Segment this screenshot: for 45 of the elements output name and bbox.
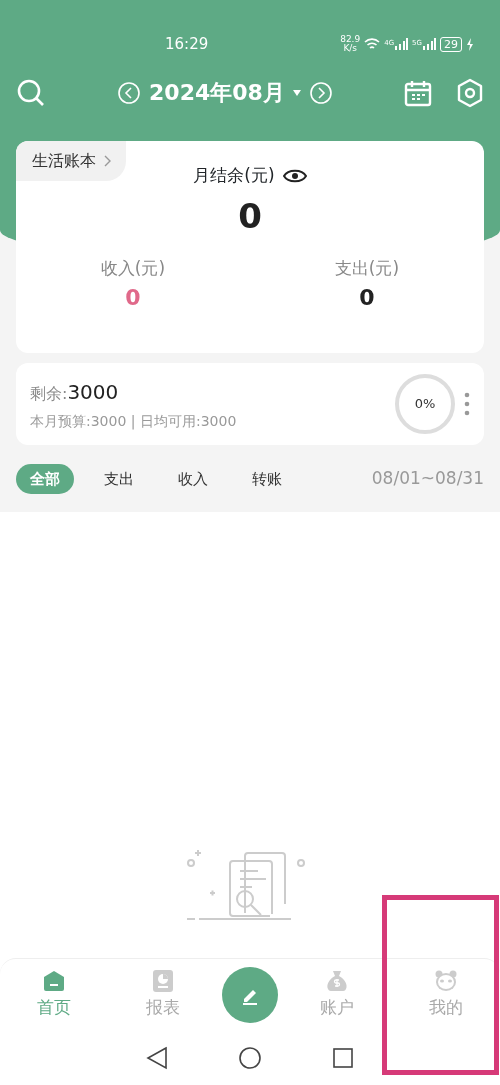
money-bag-icon [324, 968, 349, 993]
chevron-icon [104, 155, 112, 167]
nav-tab[interactable]: 报表 [113, 968, 214, 1021]
nav-tab[interactable]: 首页 [4, 968, 105, 1021]
filter-tab[interactable]: 支出 [90, 463, 148, 495]
calendar-icon[interactable] [404, 78, 432, 107]
nav-tab[interactable]: 我的 [395, 968, 496, 1021]
next-month-icon[interactable] [308, 80, 333, 105]
filter-tab[interactable]: 收入 [164, 463, 222, 495]
recents-icon[interactable] [332, 1046, 354, 1069]
report-icon [151, 968, 176, 993]
battery-level: 29 [440, 36, 462, 52]
more-icon[interactable] [464, 392, 470, 416]
ledger-selector[interactable]: 生活账本 [16, 141, 126, 181]
month-selector[interactable]: 2024年08月 [149, 76, 285, 109]
signal-icon [422, 38, 436, 50]
home-button-icon[interactable] [238, 1045, 262, 1070]
network-speed: 82.9 [340, 35, 361, 44]
eye-icon[interactable] [282, 167, 307, 184]
home-icon [42, 968, 67, 993]
expense-amount: 0 [359, 284, 375, 312]
previous-month-icon[interactable] [117, 80, 142, 105]
charging-icon [466, 37, 474, 51]
caret-icon[interactable] [292, 89, 301, 96]
wifi-icon [364, 37, 381, 51]
progress-ring [394, 373, 456, 435]
panda-icon [433, 968, 458, 993]
filter-tab[interactable]: 转账 [238, 463, 296, 495]
progress-percent: 0% [414, 395, 436, 414]
income-label: 收入(元) [100, 256, 166, 280]
back-icon[interactable] [146, 1045, 168, 1070]
balance-label: 月结余(元) [193, 164, 275, 187]
clock-time: 16:29 [165, 33, 209, 55]
signal-icon [394, 38, 409, 50]
income-amount: 0 [125, 284, 141, 312]
budget-detail: 本月预算:3000 | 日均可用:3000 [30, 411, 238, 432]
balance-amount: 0 [238, 194, 262, 238]
remaining-label: 剩余: [30, 382, 68, 405]
nav-tab[interactable]: 账户 [286, 968, 387, 1021]
date-range[interactable]: 08/01~08/31 [371, 466, 484, 492]
remaining-amount: 3000 [67, 378, 119, 406]
settings-icon[interactable] [456, 77, 484, 108]
search-icon[interactable] [16, 77, 46, 108]
expense-label: 支出(元) [334, 256, 400, 280]
speed-unit: K/s [343, 44, 357, 53]
